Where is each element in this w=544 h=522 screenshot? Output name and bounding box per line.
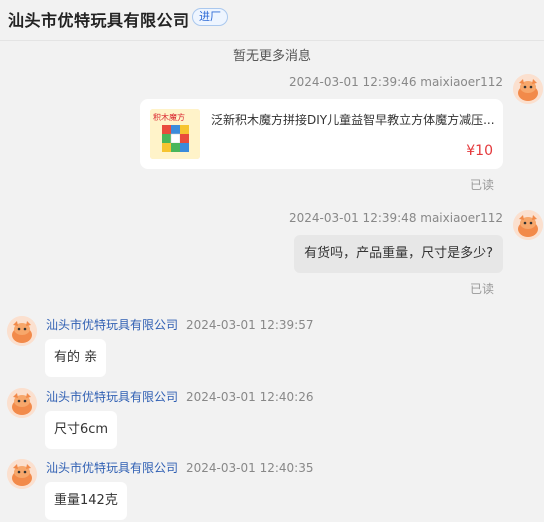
message-time: 2024-03-01 12:39:57 [186, 318, 314, 332]
cartoon-avatar-icon[interactable] [7, 459, 37, 489]
cartoon-avatar-icon[interactable] [7, 316, 37, 346]
product-price: ¥10 [466, 143, 493, 159]
message-time: 2024-03-01 12:40:35 [186, 461, 314, 475]
sender-name[interactable]: 汕头市优特玩具有限公司 [46, 461, 178, 475]
message-bubble[interactable]: 重量142克 [45, 482, 127, 520]
message-time: 2024-03-01 12:40:26 [186, 390, 314, 404]
message-bubble[interactable]: 尺寸6cm [45, 411, 118, 449]
message-sender-line: 汕头市优特玩具有限公司 2024-03-01 12:40:26 [46, 388, 313, 405]
message-bubble[interactable]: 有的 亲 [45, 339, 107, 377]
message-sender-line: 汕头市优特玩具有限公司 2024-03-01 12:40:35 [46, 459, 313, 476]
message-sender-line: 汕头市优特玩具有限公司 2024-03-01 12:39:57 [46, 316, 313, 333]
read-status: 已读 [469, 178, 494, 192]
sender-name[interactable]: 汕头市优特玩具有限公司 [46, 390, 178, 404]
message-bubble[interactable]: 有货吗，产品重量，尺寸是多少? [294, 235, 503, 273]
product-thumbnail[interactable]: 积木魔方 [150, 109, 200, 159]
message-meta: 2024-03-01 12:39:46 maixiaoer112 [289, 75, 503, 89]
product-title[interactable]: 泛新积木魔方拼接DIY儿童益智早教立方体魔方减压... [211, 111, 495, 128]
cartoon-avatar-icon[interactable] [513, 74, 543, 104]
product-card[interactable]: 积木魔方 泛新积木魔方拼接DIY儿童益智早教立方体魔方减压... ¥10 [140, 99, 503, 169]
message-meta: 2024-03-01 12:39:48 maixiaoer112 [289, 211, 503, 225]
no-more-messages-notice: 暂无更多消息 [232, 49, 311, 64]
chat-header: 汕头市优特玩具有限公司 进厂 [0, 0, 544, 41]
cartoon-avatar-icon[interactable] [7, 388, 37, 418]
cartoon-avatar-icon[interactable] [513, 210, 543, 240]
sender-name[interactable]: 汕头市优特玩具有限公司 [46, 318, 178, 332]
shop-tag-badge: 进厂 [192, 8, 228, 26]
product-image-caption: 积木魔方 [153, 112, 185, 122]
read-status: 已读 [469, 282, 494, 296]
shop-name[interactable]: 汕头市优特玩具有限公司 [8, 7, 190, 31]
